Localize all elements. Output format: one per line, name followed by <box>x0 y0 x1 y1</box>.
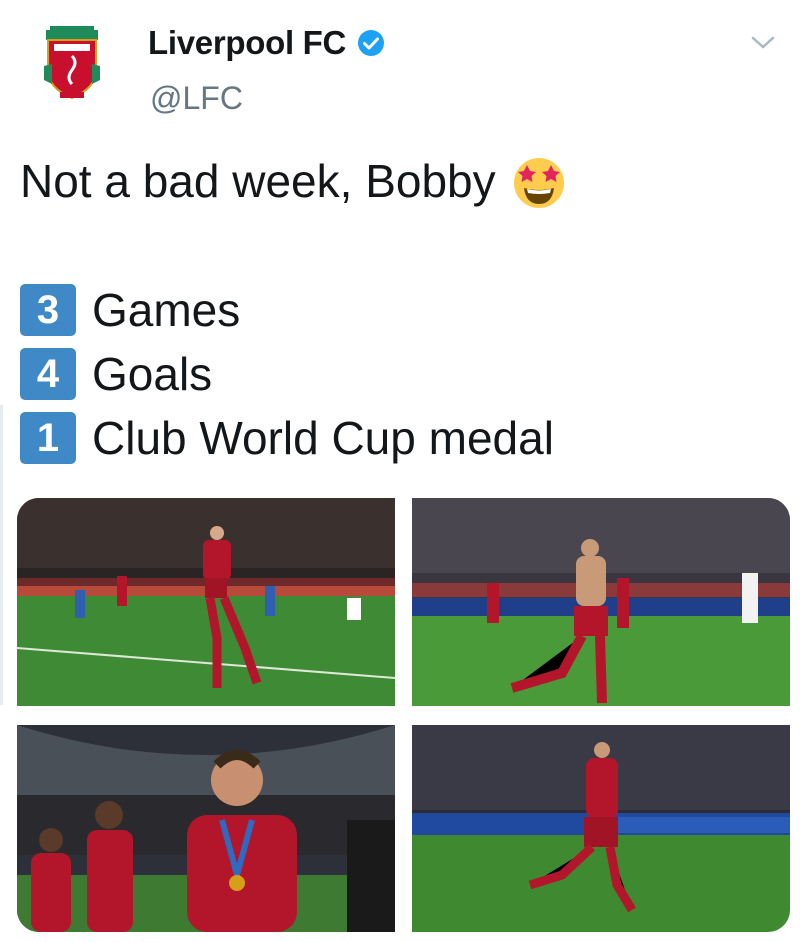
liverpool-crest-icon <box>44 26 100 100</box>
stat-label: Goals <box>92 348 213 400</box>
chevron-down-icon[interactable] <box>750 34 776 52</box>
media-grid <box>17 498 790 932</box>
star-struck-emoji-icon <box>513 158 564 208</box>
avatar[interactable] <box>30 22 114 106</box>
display-name[interactable]: Liverpool FC <box>148 24 346 62</box>
tweet-text-line: Not a bad week, Bobby <box>20 155 496 207</box>
stat-goals: 4 Goals <box>20 347 212 401</box>
keycap-number: 3 <box>20 284 76 336</box>
verified-badge-icon <box>358 30 385 56</box>
keycap-number: 4 <box>20 348 76 400</box>
stat-games: 3 Games <box>20 283 240 337</box>
celebration-run-photo[interactable] <box>17 498 395 706</box>
stat-label: Club World Cup medal <box>92 412 554 464</box>
tweet-text: Not a bad week, Bobby <box>20 152 568 210</box>
stat-label: Games <box>92 284 241 336</box>
goal-run-photo[interactable] <box>412 725 790 932</box>
left-divider <box>0 405 3 705</box>
account-handle[interactable]: @LFC <box>150 80 243 117</box>
keycap-number: 1 <box>20 412 76 464</box>
medal-celebration-photo[interactable] <box>17 725 395 932</box>
stat-medal: 1 Club World Cup medal <box>20 411 554 465</box>
shirtless-celebration-photo[interactable] <box>412 498 790 706</box>
